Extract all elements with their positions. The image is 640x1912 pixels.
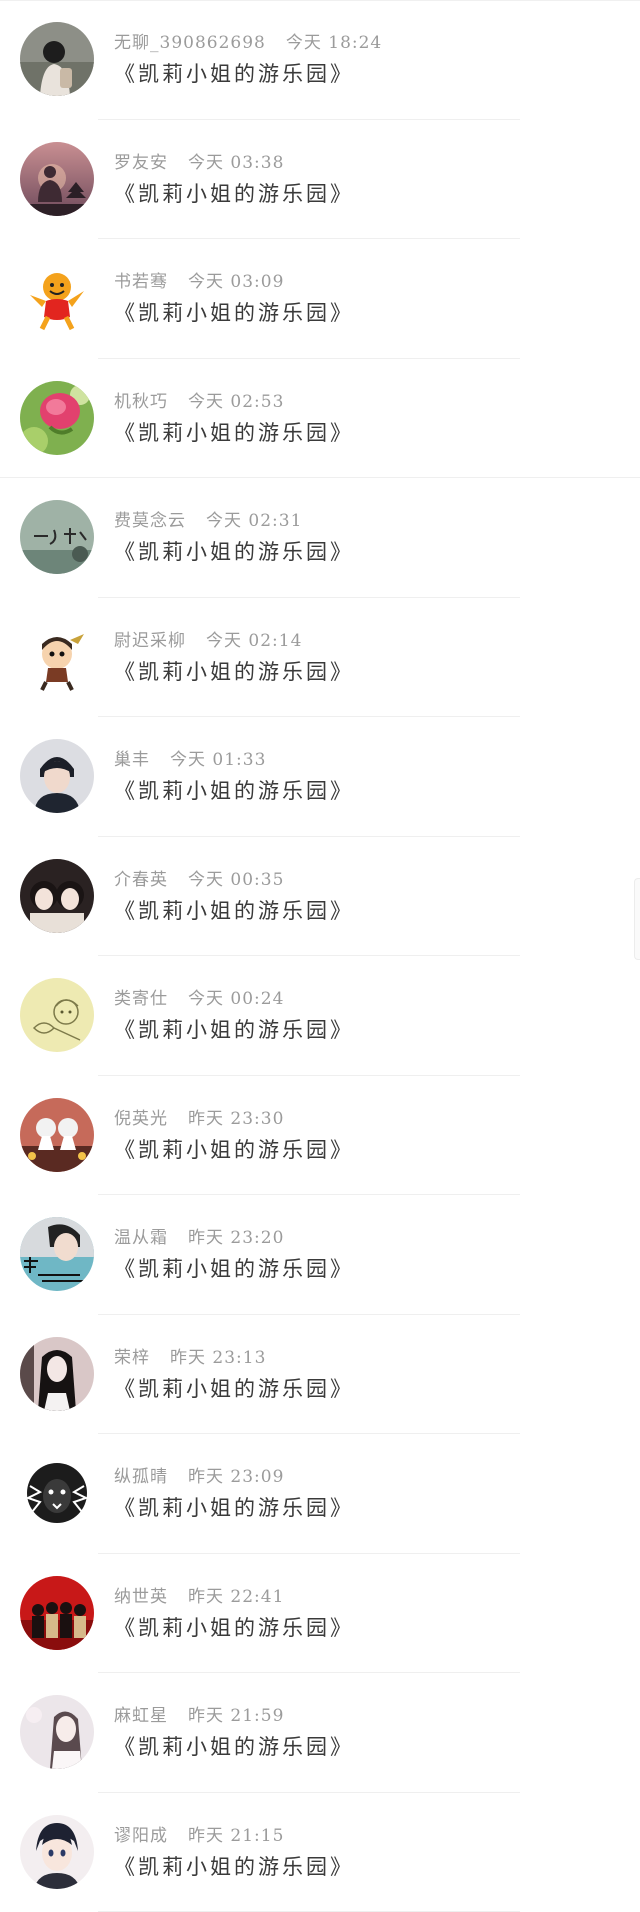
anime-duo-avatar[interactable] xyxy=(20,1098,94,1172)
comment-list: 无聊_390862698今天 18:24《凯莉小姐的游乐园》罗友安今天 03:3… xyxy=(0,0,640,1912)
comment-item[interactable]: 荣梓昨天 23:13 《凯莉小姐的游乐园》 xyxy=(0,1315,640,1435)
timestamp: 今天 02:31 xyxy=(206,511,302,531)
timestamp: 昨天 23:09 xyxy=(188,1467,284,1487)
timestamp: 昨天 21:15 xyxy=(188,1826,284,1846)
comment-meta: 费莫念云今天 02:31 xyxy=(114,506,302,531)
calligraphy-wall-avatar[interactable] xyxy=(20,500,94,574)
comment-item[interactable]: 罗友安今天 03:38 《凯莉小姐的游乐园》 xyxy=(0,120,640,240)
girl-backpack-avatar[interactable] xyxy=(20,22,94,96)
comment-item[interactable]: 无聊_390862698 今天 18:24 《凯莉小姐的游乐园》 xyxy=(0,0,640,120)
comment-text: 《凯莉小姐的游乐园》 xyxy=(114,1014,354,1044)
pink-flower-avatar[interactable] xyxy=(20,381,94,455)
comment-text: 《凯莉小姐的游乐园》 xyxy=(114,1253,354,1283)
comment-item[interactable]: 尉迟采柳今天 02:14 《凯莉小姐的游乐园》 xyxy=(0,598,640,718)
username[interactable]: 类寄仕 xyxy=(114,989,168,1009)
comment-item[interactable]: 纵孤晴昨天 23:09 《凯莉小姐的游乐园》 xyxy=(0,1434,640,1554)
timestamp: 今天 18:24 xyxy=(286,33,382,53)
young-man-avatar[interactable] xyxy=(20,739,94,813)
comment-item[interactable]: 谬阳成昨天 21:15 《凯莉小姐的游乐园》 xyxy=(0,1793,640,1912)
anime-sketch-avatar[interactable] xyxy=(20,978,94,1052)
cartoon-tiger-avatar[interactable] xyxy=(20,261,94,335)
comment-meta: 倪英光昨天 23:30 xyxy=(114,1104,284,1129)
comment-item[interactable]: 纳世英昨天 22:41 《凯莉小姐的游乐园》 xyxy=(0,1554,640,1674)
timestamp: 昨天 23:20 xyxy=(188,1228,284,1248)
comment-text: 《凯莉小姐的游乐园》 xyxy=(114,1612,354,1642)
comment-text: 《凯莉小姐的游乐园》 xyxy=(114,1492,354,1522)
comment-text: 《凯莉小姐的游乐园》 xyxy=(114,895,354,925)
username[interactable]: 罗友安 xyxy=(114,153,168,173)
comment-text: 《凯莉小姐的游乐园》 xyxy=(114,775,354,805)
timestamp: 今天 00:35 xyxy=(188,870,284,890)
comment-meta: 介春英今天 00:35 xyxy=(114,865,284,890)
comment-meta: 罗友安今天 03:38 xyxy=(114,148,284,173)
comment-meta: 纳世英昨天 22:41 xyxy=(114,1582,284,1607)
username[interactable]: 机秋巧 xyxy=(114,392,168,412)
pale-girl-avatar[interactable] xyxy=(20,1695,94,1769)
comment-item[interactable]: 麻虹星昨天 21:59 《凯莉小姐的游乐园》 xyxy=(0,1673,640,1793)
comment-meta: 谬阳成昨天 21:15 xyxy=(114,1821,284,1846)
username[interactable]: 纵孤晴 xyxy=(114,1467,168,1487)
scroll-handle[interactable] xyxy=(634,878,640,960)
username[interactable]: 纳世英 xyxy=(114,1587,168,1607)
timestamp: 今天 03:09 xyxy=(188,272,284,292)
boy-text-avatar[interactable] xyxy=(20,1217,94,1291)
cartoon-warrior-avatar[interactable] xyxy=(20,620,94,694)
comment-meta: 麻虹星昨天 21:59 xyxy=(114,1701,284,1726)
comment-text: 《凯莉小姐的游乐园》 xyxy=(114,536,354,566)
comment-text: 《凯莉小姐的游乐园》 xyxy=(114,417,354,447)
timestamp: 今天 02:53 xyxy=(188,392,284,412)
username[interactable]: 倪英光 xyxy=(114,1109,168,1129)
timestamp: 今天 01:33 xyxy=(170,750,266,770)
two-girls-avatar[interactable] xyxy=(20,859,94,933)
comment-item[interactable]: 类寄仕今天 00:24 《凯莉小姐的游乐园》 xyxy=(0,956,640,1076)
comment-meta: 类寄仕今天 00:24 xyxy=(114,984,284,1009)
comment-item[interactable]: 巢丰今天 01:33 《凯莉小姐的游乐园》 xyxy=(0,717,640,837)
username[interactable]: 书若骞 xyxy=(114,272,168,292)
long-hair-girl-avatar[interactable] xyxy=(20,1337,94,1411)
username[interactable]: 荣梓 xyxy=(114,1348,150,1368)
comment-text: 《凯莉小姐的游乐园》 xyxy=(114,1851,354,1881)
timestamp: 昨天 23:13 xyxy=(170,1348,266,1368)
timestamp: 昨天 23:30 xyxy=(188,1109,284,1129)
comment-meta: 尉迟采柳今天 02:14 xyxy=(114,626,302,651)
comment-item[interactable]: 介春英今天 00:35 《凯莉小姐的游乐园》 xyxy=(0,837,640,957)
comment-meta: 巢丰今天 01:33 xyxy=(114,745,266,770)
timestamp: 今天 00:24 xyxy=(188,989,284,1009)
timestamp: 今天 03:38 xyxy=(188,153,284,173)
comment-text: 《凯莉小姐的游乐园》 xyxy=(114,297,354,327)
username[interactable]: 谬阳成 xyxy=(114,1826,168,1846)
comment-meta: 纵孤晴昨天 23:09 xyxy=(114,1462,284,1487)
comment-item[interactable]: 机秋巧今天 02:53 《凯莉小姐的游乐园》 xyxy=(0,359,640,479)
comment-text: 《凯莉小姐的游乐园》 xyxy=(114,178,354,208)
comment-text: 《凯莉小姐的游乐园》 xyxy=(114,656,354,686)
username[interactable]: 无聊_390862698 xyxy=(114,33,266,53)
timestamp: 今天 02:14 xyxy=(206,631,302,651)
comment-meta: 无聊_390862698 今天 18:24 xyxy=(114,28,382,53)
comment-text: 《凯莉小姐的游乐园》 xyxy=(114,58,354,88)
comment-item[interactable]: 书若骞今天 03:09 《凯莉小姐的游乐园》 xyxy=(0,239,640,359)
comment-text: 《凯莉小姐的游乐园》 xyxy=(114,1731,354,1761)
anime-boy-avatar[interactable] xyxy=(20,1815,94,1889)
username[interactable]: 尉迟采柳 xyxy=(114,631,186,651)
buddha-sunset-avatar[interactable] xyxy=(20,142,94,216)
comment-meta: 荣梓昨天 23:13 xyxy=(114,1343,266,1368)
comment-text: 《凯莉小姐的游乐园》 xyxy=(114,1373,354,1403)
comment-text: 《凯莉小姐的游乐园》 xyxy=(114,1134,354,1164)
username[interactable]: 麻虹星 xyxy=(114,1706,168,1726)
comment-item[interactable]: 费莫念云今天 02:31 《凯莉小姐的游乐园》 xyxy=(0,478,640,598)
comment-meta: 书若骞今天 03:09 xyxy=(114,267,284,292)
timestamp: 昨天 22:41 xyxy=(188,1587,284,1607)
username[interactable]: 介春英 xyxy=(114,870,168,890)
comment-item[interactable]: 温从霜昨天 23:20 《凯莉小姐的游乐园》 xyxy=(0,1195,640,1315)
username[interactable]: 巢丰 xyxy=(114,750,150,770)
comment-meta: 温从霜昨天 23:20 xyxy=(114,1223,284,1248)
timestamp: 昨天 21:59 xyxy=(188,1706,284,1726)
username[interactable]: 费莫念云 xyxy=(114,511,186,531)
comment-meta: 机秋巧今天 02:53 xyxy=(114,387,284,412)
username[interactable]: 温从霜 xyxy=(114,1228,168,1248)
red-group-avatar[interactable] xyxy=(20,1576,94,1650)
comment-item[interactable]: 倪英光昨天 23:30 《凯莉小姐的游乐园》 xyxy=(0,1076,640,1196)
lion-head-avatar[interactable] xyxy=(20,1456,94,1530)
